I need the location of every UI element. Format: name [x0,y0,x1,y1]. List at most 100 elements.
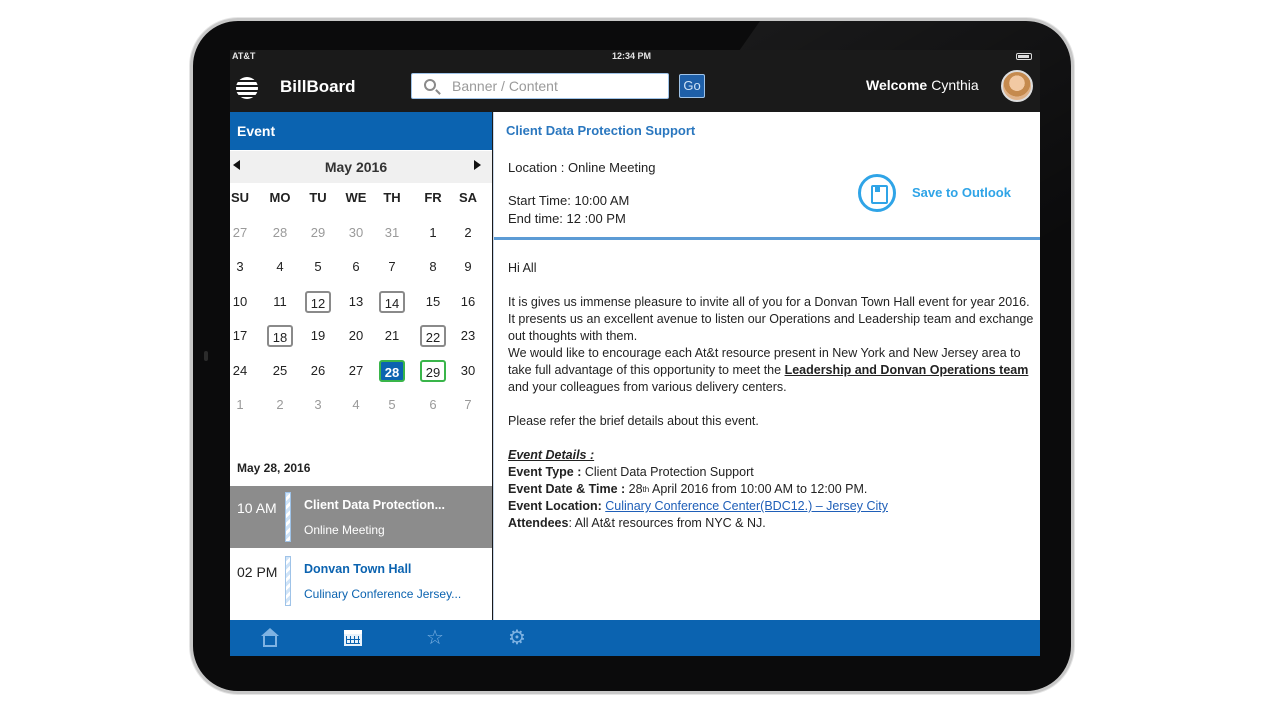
event-item-title: Client Data Protection... [304,498,445,512]
leadership-highlight: Leadership and Donvan Operations team [784,363,1029,377]
calendar-day[interactable]: 3 [305,394,331,416]
event-location-label: Event Location: [508,499,606,513]
calendar-day[interactable]: 20 [343,325,369,347]
event-title: Client Data Protection Support [506,123,696,138]
welcome-text: Welcome Cynthia [866,77,979,93]
event-item-title: Donvan Town Hall [304,562,412,576]
calendar-day[interactable]: 31 [379,222,405,244]
avatar[interactable] [1001,70,1033,102]
calendar-day[interactable]: 22 [420,325,446,347]
event-list-item[interactable]: 02 PM Donvan Town Hall Culinary Conference… [230,550,492,612]
search-icon [424,79,436,91]
calendar-day[interactable]: 27 [230,222,253,244]
calendar-day[interactable]: 7 [379,256,405,278]
event-details-block: Event Details : Event Type : Client Data… [508,447,1036,532]
calendar-day[interactable]: 14 [379,290,405,313]
calendar-day[interactable]: 2 [267,394,293,416]
calendar-day[interactable]: 23 [455,325,481,347]
calendar-day[interactable]: 3 [230,256,253,278]
calendar-day[interactable]: 5 [305,256,331,278]
invite-text: It is gives us immense pleasure to invit… [508,295,1034,343]
app-screen: AT&T 12:34 PM BillBoard Go WelcomeCynthi… [230,50,1040,656]
event-time: 02 PM [237,564,278,580]
calendar-day[interactable]: 29 [420,359,446,382]
calendar-day[interactable]: 6 [420,394,446,416]
event-detail-panel: Client Data Protection Support Location … [493,112,1040,620]
calendar-day[interactable]: 17 [230,325,253,347]
event-end-time: End time: 12 :00 PM [508,211,626,226]
next-month-icon[interactable] [474,160,481,170]
calendar-day[interactable]: 28 [267,222,293,244]
event-location-row: Event Location: Culinary Conference Cent… [508,498,1036,515]
event-details-heading: Event Details : [508,448,595,462]
calendar-day[interactable]: 1 [420,222,446,244]
calendar-day[interactable]: 11 [267,291,293,313]
search-input[interactable] [452,77,662,95]
event-date-row: Event Date & Time : 28th April 2016 from… [508,481,1036,498]
event-list-item[interactable]: 10 AM Client Data Protection... Online Mee… [230,486,492,548]
calendar-day-selected[interactable]: 28 [379,359,405,382]
calendar-day[interactable]: 26 [305,360,331,382]
calendar-day[interactable]: 5 [379,394,405,416]
calendar-day[interactable]: 29 [305,222,331,244]
event-color-bar [285,492,291,542]
calendar-grid: SU MO TU WE TH FR SA 27 28 29 30 31 1 2 3 4 5 6 7 8 9 10 11 12 1… [230,190,492,435]
event-panel-title: Event [230,112,492,150]
calendar-day[interactable]: 16 [455,291,481,313]
calendar-day[interactable]: 30 [343,222,369,244]
clock-label: 12:34 PM [612,51,652,61]
event-type-value: Client Data Protection Support [584,465,754,479]
calendar-day[interactable]: 4 [343,394,369,416]
calendar-icon[interactable] [343,628,363,648]
event-panel: Event May 2016 SU MO TU WE TH FR SA 27 28 29 30 31 1… [230,112,492,620]
calendar-day[interactable]: 25 [267,360,293,382]
invite-paragraph: It is gives us immense pleasure to invit… [508,294,1036,396]
search-box[interactable] [411,73,669,99]
save-to-outlook-button[interactable]: Save to Outlook [912,185,1011,200]
event-time: 10 AM [237,500,277,516]
calendar-day[interactable]: 27 [343,360,369,382]
event-location-link[interactable]: Culinary Conference Center(BDC12.) – Jer… [605,499,888,513]
calendar-day[interactable]: 19 [305,325,331,347]
calendar-day[interactable]: 1 [230,394,253,416]
calendar-day[interactable]: 6 [343,256,369,278]
greeting: Hi All [508,261,537,275]
calendar-day[interactable]: 18 [267,325,293,347]
attendees-row: Attendees: All At&t resources from NYC &… [508,515,1036,532]
event-description: Hi All It is gives us immense pleasure t… [508,260,1036,532]
calendar-day[interactable]: 9 [455,256,481,278]
calendar-day[interactable]: 13 [343,291,369,313]
weekday-label: SA [458,190,478,205]
calendar-day[interactable]: 15 [420,291,446,313]
calendar-day[interactable]: 2 [455,222,481,244]
event-item-subtitle: Culinary Conference Jersey... [304,587,462,601]
colleagues-text: and your colleagues from various deliver… [508,380,787,394]
calendar-day[interactable]: 24 [230,360,253,382]
refer-paragraph: Please refer the brief details about thi… [508,414,759,428]
calendar-day[interactable]: 10 [230,291,253,313]
calendar-week-row: 1234567 [230,397,492,435]
star-icon[interactable]: ☆ [425,628,445,648]
calendar-day[interactable]: 4 [267,256,293,278]
bottom-tab-bar: ☆ ⚙ [230,620,1040,656]
welcome-label: Welcome [866,77,928,93]
calendar-day[interactable]: 7 [455,394,481,416]
event-date-label: Event Date & Time : [508,482,629,496]
calendar-day[interactable]: 12 [305,290,331,313]
event-type-row: Event Type : Client Data Protection Supp… [508,464,1036,481]
carrier-label: AT&T [232,51,256,61]
calendar-day[interactable]: 30 [455,360,481,382]
event-color-bar [285,556,291,606]
calendar-day[interactable]: 21 [379,325,405,347]
gear-icon[interactable]: ⚙ [507,628,527,648]
home-icon[interactable] [260,628,280,648]
att-logo-icon [236,77,258,99]
app-title: BillBoard [280,77,356,96]
weekday-label: SU [230,190,250,205]
weekday-label: TH [383,190,401,205]
calendar-day[interactable]: 8 [420,256,446,278]
weekday-label: TU [309,190,327,205]
save-floppy-icon[interactable] [858,174,896,212]
go-button[interactable]: Go [679,74,705,98]
attendees-value: : All At&t resources from NYC & NJ. [568,516,766,530]
